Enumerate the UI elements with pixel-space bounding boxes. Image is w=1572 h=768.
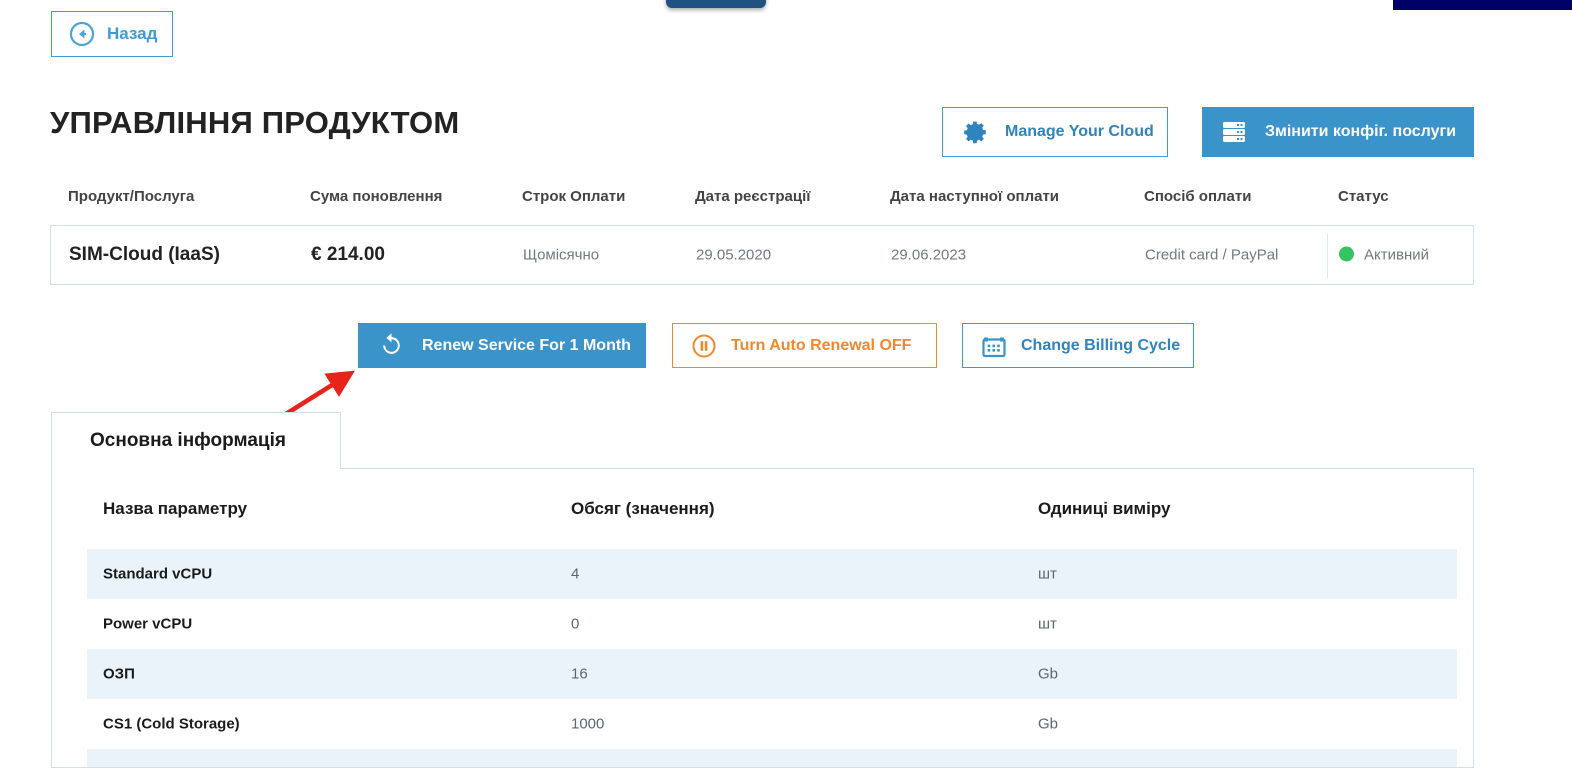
turn-auto-renewal-off-button[interactable]: Turn Auto Renewal OFF [672, 323, 937, 368]
manage-your-cloud-label: Manage Your Cloud [1005, 123, 1154, 140]
cell-payment-method: Credit card / PayPal [1145, 246, 1279, 264]
cell-divider [1327, 234, 1328, 278]
tab-basic-info-label: Основна інформація [90, 430, 286, 451]
status-label: Активний [1364, 246, 1429, 264]
param-name: Standard vCPU [103, 565, 213, 583]
cell-next-payment: 29.06.2023 [891, 246, 967, 264]
param-unit: шт [1038, 615, 1057, 633]
col-amount: Сума поновлення [310, 188, 443, 205]
product-table-header: Продукт/Послуга Сума поновлення Строк Оп… [50, 188, 1474, 224]
col-payment-method: Спосіб оплати [1144, 188, 1252, 205]
turn-auto-renewal-off-label: Turn Auto Renewal OFF [731, 336, 912, 354]
param-value: 0 [571, 615, 580, 633]
param-value: 1000 [571, 715, 605, 733]
pause-circle-icon [691, 333, 717, 359]
status-badge: Активний [1339, 246, 1429, 264]
cell-term: Щомісячно [523, 246, 600, 264]
back-button[interactable]: Назад [51, 11, 173, 57]
param-value: 4 [571, 565, 580, 583]
arrow-circle-left-icon [69, 21, 95, 47]
param-name: CS1 (Cold Storage) [103, 715, 240, 733]
top-navy-bar [1393, 0, 1572, 10]
top-partial-button[interactable] [666, 0, 766, 8]
param-name: ОЗП [103, 665, 135, 683]
param-unit: Gb [1038, 665, 1059, 683]
param-unit: Gb [1038, 715, 1059, 733]
col-product: Продукт/Послуга [68, 188, 195, 205]
back-button-label: Назад [107, 24, 158, 43]
col-status: Статус [1338, 188, 1389, 205]
info-panel: Назва параметру Обсяг (значення) Одиниці… [51, 468, 1474, 768]
tab-active-mask [52, 467, 340, 470]
col-term: Строк Оплати [522, 188, 626, 205]
change-service-config-button[interactable]: Змінити конфіг. послуги [1202, 107, 1474, 157]
cell-reg-date: 29.05.2020 [696, 246, 772, 264]
table-row[interactable]: SIM-Cloud (IaaS) € 214.00 Щомісячно 29.0… [50, 225, 1474, 285]
param-unit: шт [1038, 565, 1057, 583]
col-param-value: Обсяг (значення) [571, 499, 715, 518]
change-service-config-label: Змінити конфіг. послуги [1265, 123, 1457, 140]
calendar-icon [981, 333, 1007, 359]
server-stack-icon [1220, 118, 1248, 146]
cell-product: SIM-Cloud (IaaS) [69, 244, 220, 265]
list-item[interactable]: ОЗП 16 Gb [87, 649, 1457, 699]
cell-amount: € 214.00 [311, 244, 385, 265]
list-item[interactable]: Standard vCPU 4 шт [87, 549, 1457, 599]
col-param-name: Назва параметру [103, 499, 248, 518]
change-billing-cycle-label: Change Billing Cycle [1021, 336, 1181, 354]
change-billing-cycle-button[interactable]: Change Billing Cycle [962, 323, 1194, 368]
list-item[interactable]: Power vCPU 0 шт [87, 599, 1457, 649]
list-item-partial[interactable] [87, 749, 1457, 767]
col-param-unit: Одиниці виміру [1038, 499, 1171, 518]
page-title: УПРАВЛІННЯ ПРОДУКТОМ [50, 105, 460, 140]
refresh-icon [378, 332, 405, 359]
renew-service-label: Renew Service For 1 Month [422, 336, 631, 354]
param-table-header: Назва параметру Обсяг (значення) Одиниці… [87, 499, 1447, 529]
col-next-payment: Дата наступної оплати [890, 188, 1060, 205]
renew-service-button[interactable]: Renew Service For 1 Month [358, 323, 646, 368]
list-item[interactable]: CS1 (Cold Storage) 1000 Gb [87, 699, 1457, 749]
status-dot-icon [1339, 246, 1354, 262]
param-value: 16 [571, 665, 588, 683]
col-reg-date: Дата реєстрації [695, 188, 811, 205]
gear-icon [963, 119, 989, 145]
param-name: Power vCPU [103, 615, 193, 633]
manage-your-cloud-button[interactable]: Manage Your Cloud [942, 107, 1168, 157]
tab-basic-info[interactable]: Основна інформація [51, 412, 341, 469]
